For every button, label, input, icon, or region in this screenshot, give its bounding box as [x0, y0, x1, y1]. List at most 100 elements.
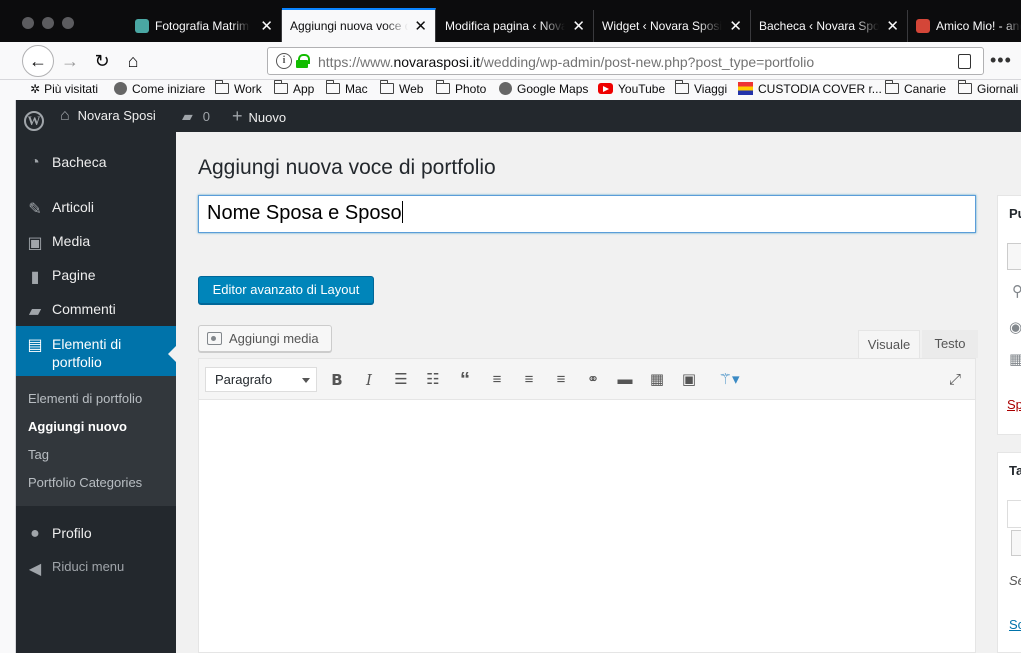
- url-bar[interactable]: i https://www.novarasposi.it/wedding/wp-…: [267, 47, 984, 75]
- folder-icon: [675, 80, 689, 94]
- add-tag-button-fragment[interactable]: [1011, 530, 1021, 556]
- window-close-button[interactable]: [22, 17, 34, 29]
- folder-icon: [380, 80, 394, 94]
- info-icon[interactable]: i: [276, 53, 292, 69]
- bookmark-custodia-cover[interactable]: CUSTODIA COVER r...: [738, 82, 882, 96]
- magic-wand-icon[interactable]: ⚚▾: [709, 368, 749, 392]
- bookmark-most-visited[interactable]: ✲ Più visitati: [30, 82, 98, 96]
- tab-text[interactable]: Testo: [922, 330, 978, 358]
- menu-item-portfolio[interactable]: ▤ Elementi di portfolio: [16, 326, 176, 376]
- browser-tab-active[interactable]: Aggiungi nuova voce di ✕: [282, 8, 436, 42]
- tab-visual[interactable]: Visuale: [858, 330, 920, 358]
- format-select[interactable]: Paragrafo: [205, 367, 317, 392]
- browser-tab[interactable]: Modifica pagina ‹ Nova ✕: [437, 10, 594, 42]
- site-name-menu[interactable]: ⌂ Novara Sposi: [60, 100, 156, 132]
- tab-close-icon[interactable]: ✕: [886, 17, 899, 35]
- portfolio-icon: ▤: [27, 337, 43, 354]
- italic-icon[interactable]: I: [357, 368, 381, 392]
- calendar-icon: ▦: [1009, 351, 1021, 368]
- browser-tab[interactable]: Bacheca ‹ Novara Spos ✕: [751, 10, 908, 42]
- menu-item-comments[interactable]: ▰ Commenti: [16, 301, 176, 321]
- insert-link-icon[interactable]: ⚭: [581, 368, 605, 392]
- fullscreen-icon[interactable]: ⤢: [943, 368, 967, 392]
- bookmark-folder-canarie[interactable]: Canarie: [885, 80, 946, 96]
- save-draft-button-fragment[interactable]: [1007, 243, 1021, 270]
- menu-item-profile[interactable]: ● Profilo: [16, 525, 176, 545]
- add-media-button[interactable]: Aggiungi media: [198, 325, 332, 352]
- home-button[interactable]: ⌂: [119, 47, 147, 75]
- tab-close-icon[interactable]: ✕: [729, 17, 742, 35]
- align-right-icon[interactable]: ≡: [549, 368, 573, 392]
- bookmark-folder-giornali[interactable]: Giornali: [958, 80, 1018, 96]
- menu-item-dashboard[interactable]: ◔ Bacheca: [16, 154, 176, 174]
- editor-toolbar: Paragrafo B I ☰ ☷ “ ≡ ≡ ≡ ⚭ ▬ ▦ ▣ ⚚▾ ⤢: [199, 359, 975, 400]
- secure-lock-icon: [296, 54, 310, 68]
- submenu-add-new[interactable]: Aggiungi nuovo: [28, 419, 127, 434]
- page-title: Aggiungi nuova voce di portfolio: [198, 156, 496, 179]
- wp-logo-menu[interactable]: W: [24, 100, 44, 132]
- menu-item-pages[interactable]: ▮ Pagine: [16, 267, 176, 287]
- menu-item-posts[interactable]: ✎ Articoli: [16, 199, 176, 219]
- folder-icon: [326, 80, 340, 94]
- submenu-portfolio-items[interactable]: Elementi di portfolio: [28, 391, 142, 406]
- browser-tab[interactable]: Widget ‹ Novara Sposi ✕: [594, 10, 751, 42]
- submenu-tag[interactable]: Tag: [28, 447, 49, 462]
- reader-view-icon[interactable]: [958, 54, 971, 69]
- layout-editor-button[interactable]: Editor avanzato di Layout: [198, 276, 374, 304]
- bold-icon[interactable]: B: [325, 368, 349, 392]
- comment-bubble-icon: ▰: [182, 108, 193, 124]
- bookmark-folder-work[interactable]: Work: [215, 80, 262, 96]
- globe-icon: [114, 82, 127, 95]
- window-zoom-button[interactable]: [62, 17, 74, 29]
- tab-close-icon[interactable]: ✕: [414, 17, 427, 35]
- bookmark-folder-viaggi[interactable]: Viaggi: [675, 80, 727, 96]
- blockquote-icon[interactable]: “: [453, 368, 477, 392]
- align-center-icon[interactable]: ≡: [517, 368, 541, 392]
- menu-item-media[interactable]: ▣ Media: [16, 233, 176, 253]
- new-content-menu[interactable]: + Nuovo: [232, 100, 286, 132]
- post-title-input[interactable]: Nome Sposa e Sposo: [198, 195, 976, 233]
- submenu-portfolio-categories[interactable]: Portfolio Categories: [28, 475, 142, 490]
- read-more-icon[interactable]: ▬: [613, 368, 637, 392]
- home-icon: ⌂: [60, 107, 70, 124]
- wp-admin-bar: W ⌂ Novara Sposi ▰ 0 + Nuovo: [16, 100, 1021, 132]
- collapse-menu-button[interactable]: ◀ Riduci menu: [16, 559, 176, 579]
- reload-button[interactable]: ↻: [88, 47, 116, 75]
- plus-icon: +: [232, 106, 243, 126]
- page-icon: ▮: [30, 269, 40, 286]
- bullet-list-icon[interactable]: ☰: [389, 368, 413, 392]
- bookmark-folder-app[interactable]: App: [274, 80, 314, 96]
- bookmark-youtube[interactable]: YouTube: [598, 82, 665, 96]
- move-to-trash-link[interactable]: Sp: [1007, 397, 1021, 412]
- bookmarks-toolbar: ✲ Più visitati Come iniziare Work App Mac…: [0, 80, 1021, 100]
- bookmark-google-maps[interactable]: Google Maps: [499, 82, 588, 96]
- tag-input-fragment[interactable]: [1007, 500, 1021, 528]
- browser-tab[interactable]: Amico Mio! - and: [908, 10, 1021, 42]
- choose-tags-link[interactable]: Sc: [1009, 617, 1021, 632]
- url-text[interactable]: https://www.novarasposi.it/wedding/wp-ad…: [318, 54, 814, 70]
- tab-close-icon[interactable]: ✕: [260, 17, 273, 35]
- bookmark-getting-started[interactable]: Come iniziare: [114, 82, 205, 96]
- bookmark-folder-mac[interactable]: Mac: [326, 80, 368, 96]
- back-button[interactable]: ←: [22, 45, 54, 77]
- tab-close-icon[interactable]: ✕: [572, 17, 585, 35]
- numbered-list-icon[interactable]: ☷: [421, 368, 445, 392]
- folder-icon: [436, 80, 450, 94]
- gallery-icon[interactable]: ▣: [677, 368, 701, 392]
- status-pin-icon: ⚲: [1012, 283, 1021, 300]
- align-left-icon[interactable]: ≡: [485, 368, 509, 392]
- browser-tab[interactable]: Fotografia Matrimo ✕: [127, 10, 282, 42]
- window-minimize-button[interactable]: [42, 17, 54, 29]
- bookmark-folder-web[interactable]: Web: [380, 80, 423, 96]
- toolbar-toggle-icon[interactable]: ▦: [645, 368, 669, 392]
- tags-heading-fragment: Ta: [1009, 463, 1021, 478]
- globe-icon: [499, 82, 512, 95]
- comments-menu[interactable]: ▰ 0: [182, 100, 210, 132]
- visibility-eye-icon: ◉: [1009, 319, 1021, 336]
- bookmark-folder-photo[interactable]: Photo: [436, 80, 486, 96]
- add-media-icon: [207, 332, 222, 345]
- folder-icon: [215, 80, 229, 94]
- page-actions-more-icon[interactable]: •••: [990, 50, 1012, 71]
- youtube-icon: [598, 83, 613, 94]
- forward-button[interactable]: →: [56, 47, 84, 75]
